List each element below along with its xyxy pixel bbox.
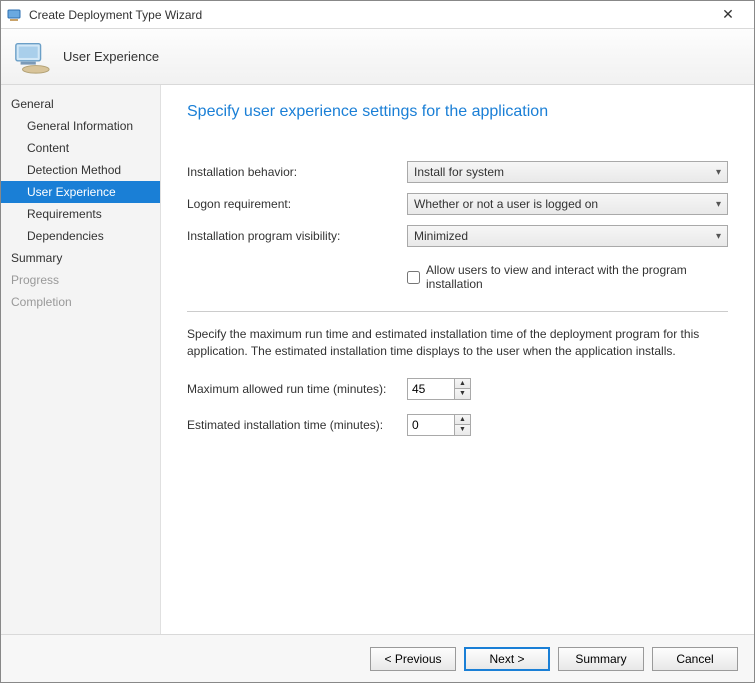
arrow-up-icon[interactable]: ▲ [455,379,470,390]
chevron-down-icon: ▾ [716,199,721,210]
sidebar-step-user-experience[interactable]: User Experience [1,181,160,203]
computer-icon [13,38,51,76]
titlebar: Create Deployment Type Wizard ✕ [1,1,754,29]
wizard-header: User Experience [1,29,754,85]
dropdown-install-behavior-value: Install for system [414,165,504,179]
sidebar-group-general[interactable]: General [1,93,160,115]
sidebar-step-content[interactable]: Content [1,137,160,159]
sidebar-step-general-info[interactable]: General Information [1,115,160,137]
label-install-behavior: Installation behavior: [187,165,407,179]
chevron-down-icon: ▾ [716,167,721,178]
label-est-time: Estimated installation time (minutes): [187,418,407,432]
sidebar-group-progress: Progress [1,269,160,291]
spinner-est-time[interactable]: ▲ ▼ [407,414,471,436]
arrow-up-icon[interactable]: ▲ [455,415,470,426]
sidebar-step-dependencies[interactable]: Dependencies [1,225,160,247]
previous-button[interactable]: < Previous [370,647,456,671]
spinner-arrows: ▲ ▼ [454,415,470,435]
label-max-runtime: Maximum allowed run time (minutes): [187,382,407,396]
label-allow-interact: Allow users to view and interact with th… [426,263,728,291]
sidebar-step-requirements[interactable]: Requirements [1,203,160,225]
row-allow-interact: Allow users to view and interact with th… [407,263,728,291]
dropdown-visibility[interactable]: Minimized ▾ [407,225,728,247]
app-icon [7,7,23,23]
input-max-runtime[interactable] [408,379,454,399]
spinner-max-runtime[interactable]: ▲ ▼ [407,378,471,400]
page-heading: Specify user experience settings for the… [187,103,728,121]
wizard-body: General General Information Content Dete… [1,85,754,634]
main-panel: Specify user experience settings for the… [161,85,754,634]
dropdown-logon-req-value: Whether or not a user is logged on [414,197,598,211]
label-logon-req: Logon requirement: [187,197,407,211]
row-est-time: Estimated installation time (minutes): ▲… [187,414,728,436]
dropdown-logon-req[interactable]: Whether or not a user is logged on ▾ [407,193,728,215]
row-logon-req: Logon requirement: Whether or not a user… [187,193,728,215]
sidebar-step-detection[interactable]: Detection Method [1,159,160,181]
arrow-down-icon[interactable]: ▼ [455,389,470,399]
chevron-down-icon: ▾ [716,231,721,242]
row-visibility: Installation program visibility: Minimiz… [187,225,728,247]
sidebar-group-summary[interactable]: Summary [1,247,160,269]
dropdown-install-behavior[interactable]: Install for system ▾ [407,161,728,183]
footer: < Previous Next > Summary Cancel [1,634,754,682]
row-max-runtime: Maximum allowed run time (minutes): ▲ ▼ [187,378,728,400]
description-text: Specify the maximum run time and estimat… [187,326,728,360]
sidebar-group-completion: Completion [1,291,160,313]
label-visibility: Installation program visibility: [187,229,407,243]
window-title: Create Deployment Type Wizard [29,8,708,22]
close-icon[interactable]: ✕ [708,6,748,23]
wizard-window: Create Deployment Type Wizard ✕ User Exp… [0,0,755,683]
cancel-button[interactable]: Cancel [652,647,738,671]
spinner-arrows: ▲ ▼ [454,379,470,399]
input-est-time[interactable] [408,415,454,435]
checkbox-allow-interact[interactable] [407,271,420,284]
next-button[interactable]: Next > [464,647,550,671]
arrow-down-icon[interactable]: ▼ [455,425,470,435]
page-name: User Experience [63,49,159,64]
dropdown-visibility-value: Minimized [414,229,468,243]
divider [187,311,728,312]
summary-button[interactable]: Summary [558,647,644,671]
sidebar: General General Information Content Dete… [1,85,161,634]
row-install-behavior: Installation behavior: Install for syste… [187,161,728,183]
